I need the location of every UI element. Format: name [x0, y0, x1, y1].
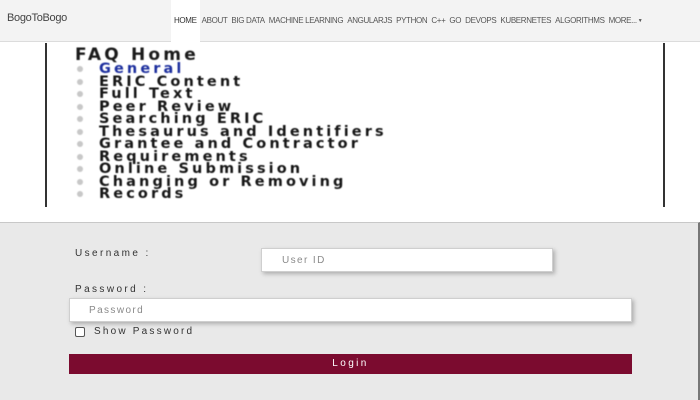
login-button[interactable]: Login — [69, 354, 632, 374]
bullet-icon — [77, 116, 83, 122]
bullet-icon — [77, 166, 83, 172]
show-password-checkbox[interactable] — [75, 326, 85, 337]
nav-item-about[interactable]: ABOUT — [200, 0, 230, 42]
login-form: Username : Password : Show Password Logi… — [0, 222, 700, 400]
username-input[interactable] — [261, 248, 553, 272]
nav-item-cpp[interactable]: C++ — [429, 0, 447, 42]
password-label: Password : — [75, 284, 149, 295]
nav-item-algorithms[interactable]: ALGORITHMS — [553, 0, 606, 42]
bullet-icon — [77, 153, 83, 160]
nav-item-devops[interactable]: DEVOPS — [463, 0, 498, 42]
caret-down-icon: ▼ — [637, 18, 643, 24]
faq-item-records[interactable]: Records — [77, 186, 387, 202]
nav-item-kubernetes[interactable]: KUBERNETES — [498, 0, 553, 42]
nav-item-python[interactable]: PYTHON — [394, 0, 429, 42]
faq-image-panel: FAQ Home General ERIC Content Full Text … — [45, 43, 665, 207]
bullet-icon — [77, 191, 83, 197]
bullet-icon — [77, 128, 83, 135]
faq-item-label: Records — [99, 186, 187, 202]
nav-item-home[interactable]: HOME — [171, 0, 200, 42]
password-input[interactable] — [69, 298, 632, 322]
faq-list: General ERIC Content Full Text Peer Revi… — [77, 62, 387, 202]
bullet-icon — [77, 141, 83, 147]
nav-item-go[interactable]: GO — [447, 0, 463, 42]
nav-item-angularjs[interactable]: ANGULARJS — [345, 0, 394, 42]
nav-item-machine-learning[interactable]: MACHINE LEARNING — [267, 0, 345, 42]
show-password-toggle[interactable]: Show Password — [75, 326, 194, 337]
nav-item-big-data[interactable]: BIG DATA — [229, 0, 266, 42]
show-password-label: Show Password — [94, 326, 195, 337]
bullet-icon — [77, 91, 83, 97]
top-navbar: BogoToBogo HOME ABOUT BIG DATA MACHINE L… — [0, 0, 700, 42]
bullet-icon — [77, 103, 83, 110]
bullet-icon — [77, 178, 83, 185]
nav-item-more-label: MORE... — [608, 16, 638, 26]
bullet-icon — [77, 66, 83, 72]
bullet-icon — [77, 78, 83, 85]
nav-item-more-dropdown[interactable]: MORE...▼ — [607, 0, 645, 42]
nav-menu: HOME ABOUT BIG DATA MACHINE LEARNING ANG… — [171, 0, 644, 42]
username-label: Username : — [75, 248, 151, 259]
brand-logo-link[interactable]: BogoToBogo — [7, 12, 67, 24]
